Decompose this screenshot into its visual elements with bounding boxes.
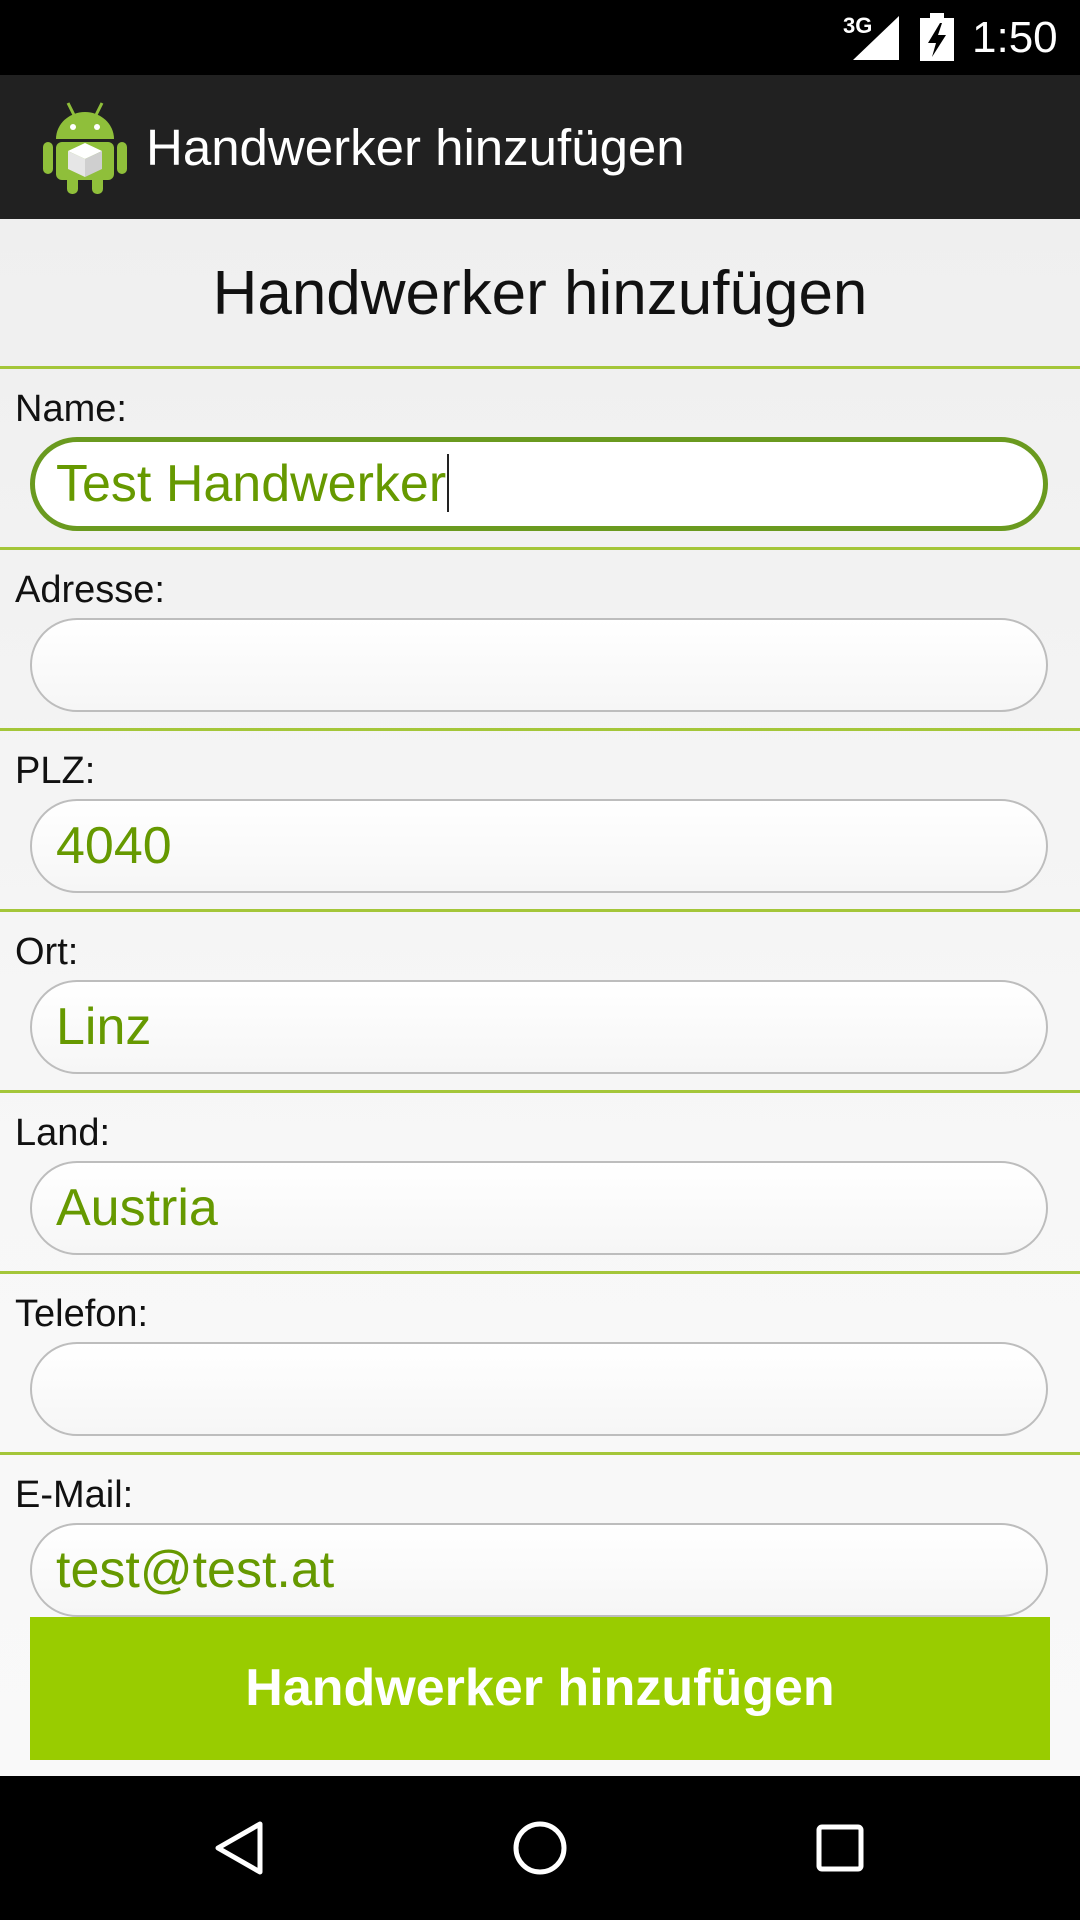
- back-icon[interactable]: [210, 1818, 270, 1878]
- divider: [0, 366, 1080, 369]
- page-title: Handwerker hinzufügen: [212, 259, 868, 328]
- address-input[interactable]: [30, 618, 1048, 712]
- recents-icon[interactable]: [810, 1818, 870, 1878]
- action-bar: Handwerker hinzufügen: [0, 75, 1080, 219]
- divider: [0, 1452, 1080, 1455]
- divider: [0, 909, 1080, 912]
- android-robot-icon[interactable]: [42, 99, 128, 195]
- navigation-bar: [0, 1776, 1080, 1920]
- city-label: Ort:: [15, 931, 79, 973]
- name-label: Name:: [15, 388, 127, 430]
- clock: 1:50: [972, 13, 1058, 62]
- status-bar: 3G 1:50: [0, 0, 1080, 75]
- home-icon[interactable]: [510, 1818, 570, 1878]
- country-input[interactable]: Austria: [30, 1161, 1048, 1255]
- signal-icon: [853, 16, 899, 60]
- action-bar-title: Handwerker hinzufügen: [146, 119, 685, 176]
- form-container: Handwerker hinzufügen Name: Test Handwer…: [0, 219, 1080, 1776]
- text-cursor: [447, 454, 450, 513]
- email-label: E-Mail:: [15, 1474, 134, 1516]
- city-input[interactable]: Linz: [30, 980, 1048, 1074]
- phone-label: Telefon:: [15, 1293, 149, 1335]
- zip-input[interactable]: 4040: [30, 799, 1048, 893]
- name-value: Test Handwerker: [56, 455, 447, 513]
- phone-input[interactable]: [30, 1342, 1048, 1436]
- battery-charging-icon: [920, 13, 954, 61]
- divider: [0, 1271, 1080, 1274]
- zip-label: PLZ:: [15, 750, 96, 792]
- country-label: Land:: [15, 1112, 111, 1154]
- divider: [0, 728, 1080, 731]
- divider: [0, 1090, 1080, 1093]
- address-label: Adresse:: [15, 569, 165, 611]
- name-input[interactable]: Test Handwerker: [30, 437, 1048, 531]
- email-input[interactable]: test@test.at: [30, 1523, 1048, 1617]
- add-craftsman-button[interactable]: Handwerker hinzufügen: [30, 1617, 1050, 1760]
- divider: [0, 547, 1080, 550]
